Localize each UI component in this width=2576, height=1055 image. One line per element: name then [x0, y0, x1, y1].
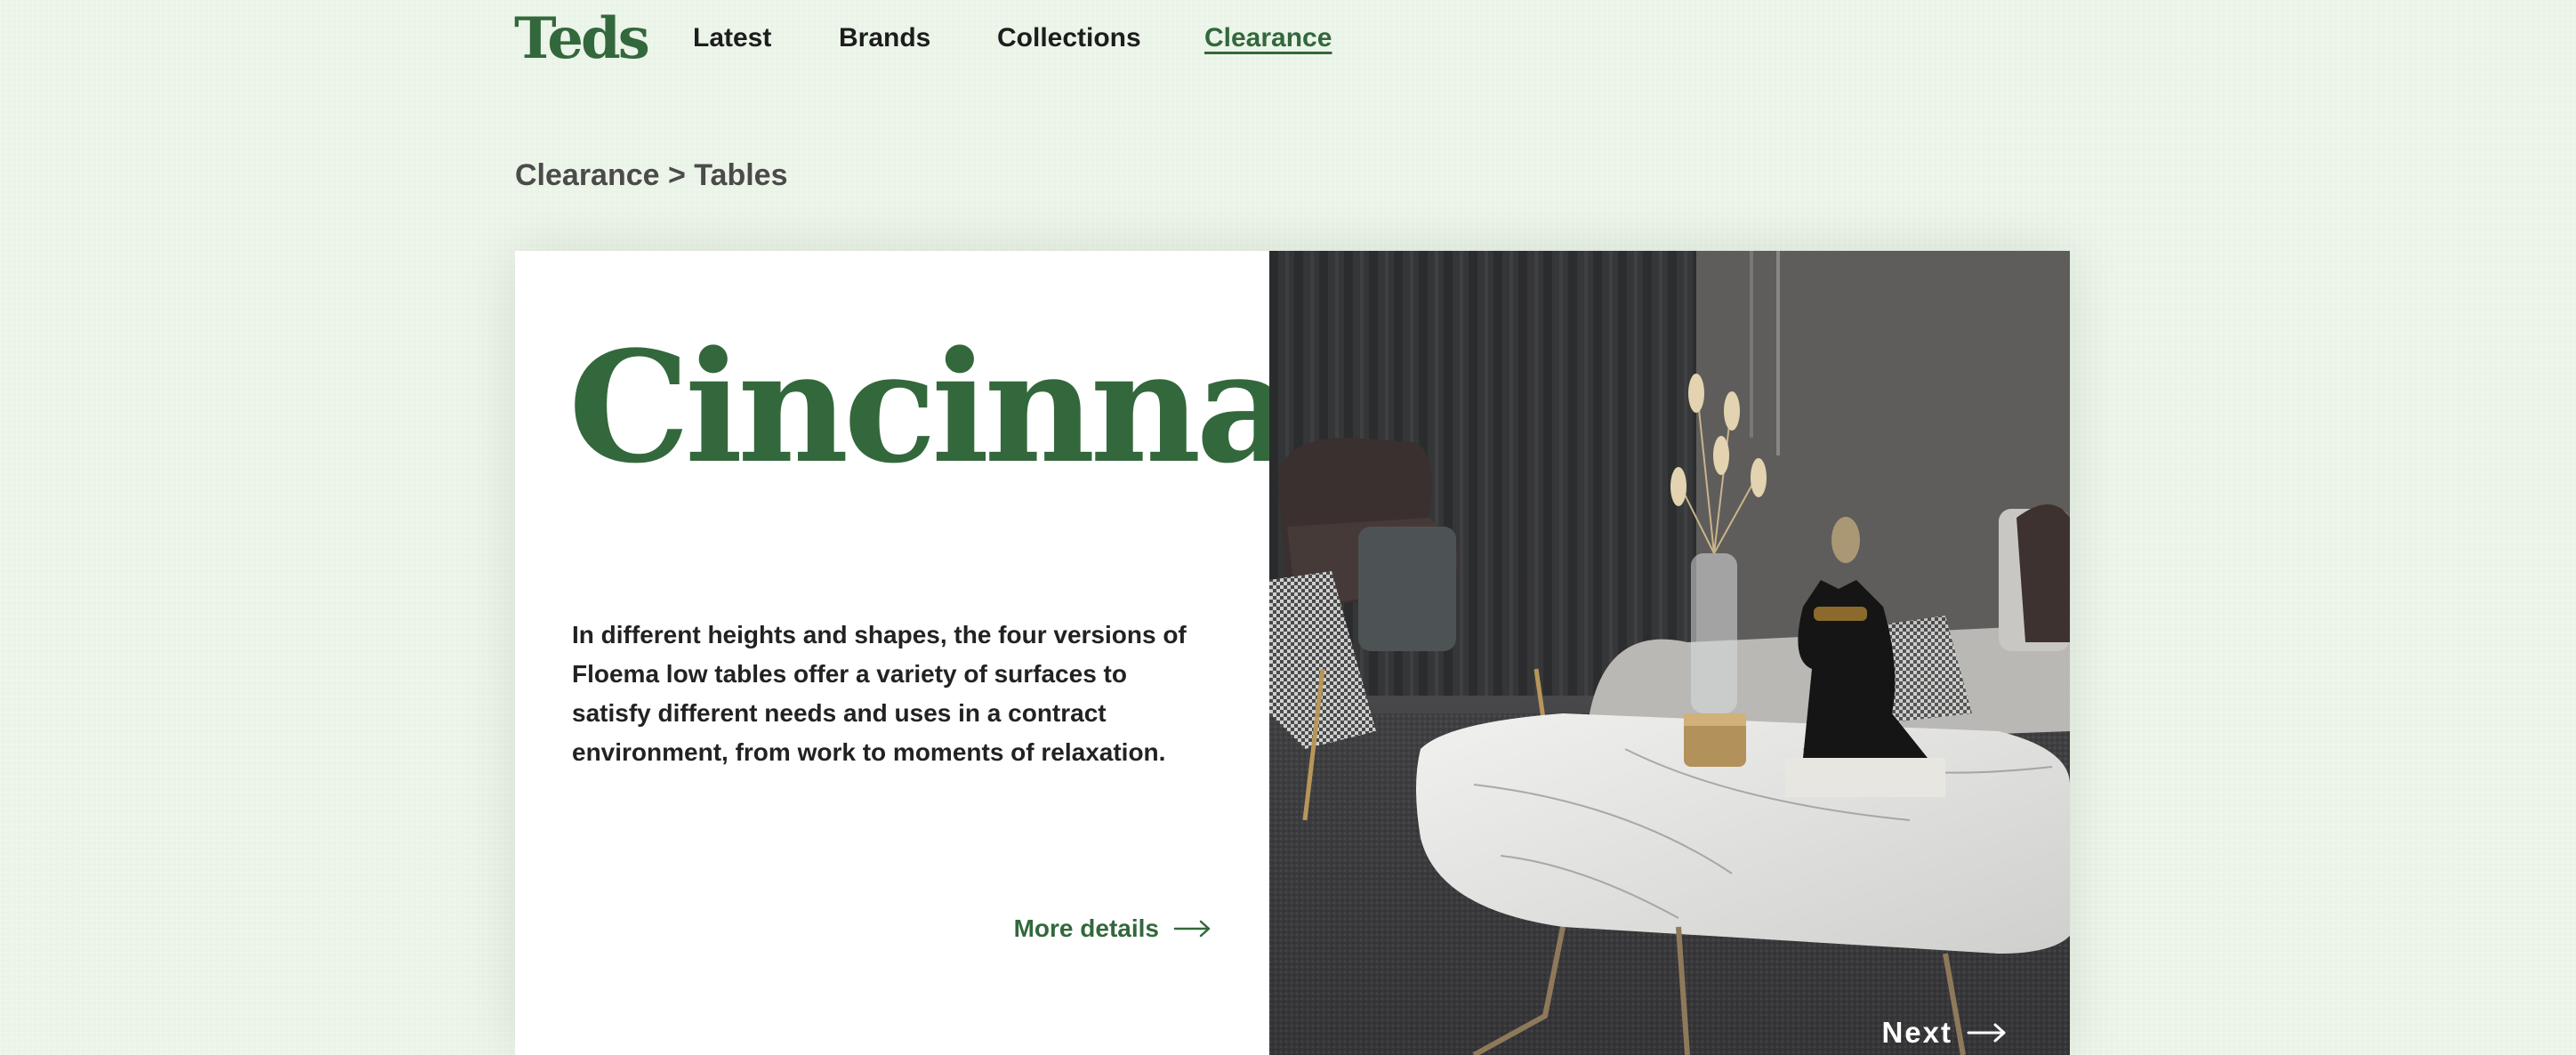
nav-brands[interactable]: Brands: [839, 25, 930, 52]
arrow-right-icon: [1173, 920, 1211, 938]
living-room-photo: [1269, 251, 2070, 1055]
breadcrumb: Clearance > Tables: [515, 158, 788, 192]
product-card: Cincinnati In different heights and shap…: [515, 251, 2070, 1055]
product-image: Next: [1269, 251, 2070, 1055]
next-button[interactable]: Next: [1881, 1016, 2008, 1050]
next-label: Next: [1881, 1016, 1952, 1049]
logo[interactable]: Teds: [514, 11, 650, 68]
product-description: In different heights and shapes, the fou…: [572, 621, 1187, 766]
nav-latest[interactable]: Latest: [693, 25, 771, 52]
product-info-panel: Cincinnati In different heights and shap…: [515, 251, 1413, 1055]
nav-clearance[interactable]: Clearance: [1204, 25, 1332, 52]
more-details-label: More details: [1013, 914, 1159, 942]
more-details-link[interactable]: More details: [1014, 914, 1212, 943]
nav-collections[interactable]: Collections: [997, 25, 1141, 52]
arrow-right-icon: [1967, 1023, 2006, 1043]
